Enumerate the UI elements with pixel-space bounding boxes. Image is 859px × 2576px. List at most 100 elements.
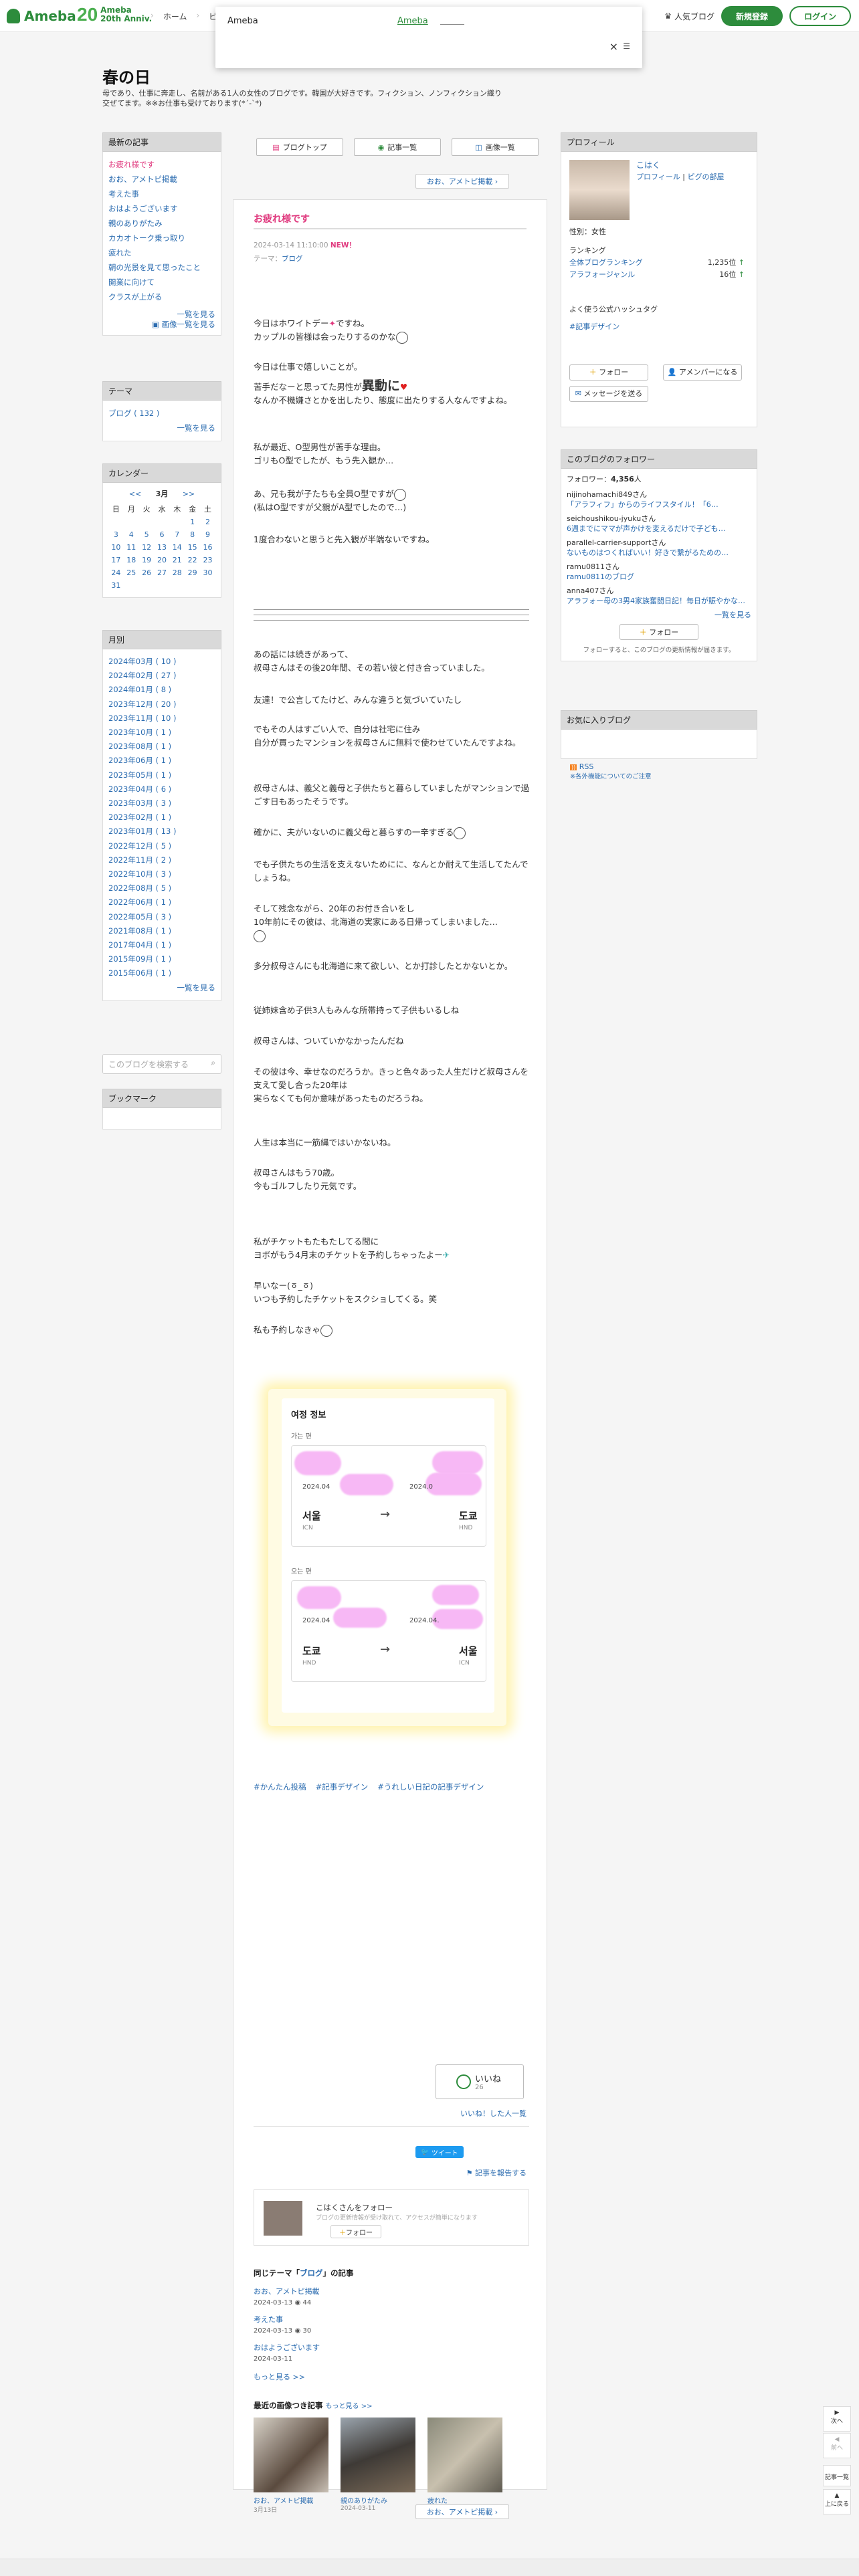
- recent-entry[interactable]: 親のありがたみ: [108, 219, 163, 228]
- image-list-link[interactable]: 画像一覧を見る: [162, 320, 216, 329]
- calendar-day-link[interactable]: 29: [188, 568, 197, 577]
- calendar-day-link[interactable]: 22: [188, 556, 197, 564]
- popular-blog-link[interactable]: ♛ 人気ブログ: [664, 11, 714, 22]
- monthly-archive-link[interactable]: 2022年06月 ( 1 ): [108, 897, 171, 907]
- ranking-all-link[interactable]: 全体ブログランキング: [569, 258, 643, 267]
- follower-blog-link[interactable]: 6週までにママが声かけを変えるだけで子ども…: [567, 524, 726, 533]
- recent-more-link[interactable]: 一覧を見る: [177, 310, 216, 319]
- hashtag-link[interactable]: #かんたん投稿: [254, 1782, 306, 1792]
- calendar-day-link[interactable]: 3: [114, 530, 118, 539]
- followers-more-link[interactable]: 一覧を見る: [714, 611, 751, 619]
- calendar-next-link[interactable]: >>: [183, 490, 195, 498]
- calendar-day-link[interactable]: 20: [157, 556, 167, 564]
- follower-blog-link[interactable]: 「アラフィフ」からのライフスタイル！「6…: [567, 500, 719, 509]
- ranking-genre-link[interactable]: アラフォージャンル: [569, 270, 635, 279]
- image-entries-more-link[interactable]: もっと見る >>: [326, 2403, 373, 2410]
- calendar-day-link[interactable]: 7: [175, 530, 179, 539]
- rss-link[interactable]: RSS: [579, 762, 594, 771]
- register-button[interactable]: 新規登録: [721, 6, 783, 26]
- follower-item[interactable]: parallel-carrier-supportさん ないものはつくればいい！好き…: [567, 538, 751, 558]
- next-entry-link-top[interactable]: おお、アメトピ掲載 ›: [415, 174, 509, 189]
- monthly-archive-link[interactable]: 2015年06月 ( 1 ): [108, 968, 171, 978]
- monthly-archive-link[interactable]: 2023年12月 ( 20 ): [108, 700, 176, 709]
- follower-blog-link[interactable]: ramu0811のブログ: [567, 572, 634, 581]
- monthly-archive-link[interactable]: 2017年04月 ( 1 ): [108, 940, 171, 950]
- recent-entry[interactable]: 考えた事: [108, 189, 139, 199]
- tab-entry-list[interactable]: ◉ 記事一覧: [354, 138, 441, 156]
- monthly-archive-link[interactable]: 2023年08月 ( 1 ): [108, 742, 171, 751]
- monthly-archive-link[interactable]: 2021年08月 ( 1 ): [108, 926, 171, 936]
- calendar-day-link[interactable]: 24: [111, 568, 120, 577]
- menu-icon[interactable]: ☰: [623, 41, 630, 51]
- calendar-day-link[interactable]: 15: [188, 543, 197, 552]
- image-entry[interactable]: 親のありがたみ 2024-03-11: [341, 2418, 415, 2514]
- close-icon[interactable]: ×: [609, 40, 618, 53]
- follower-item[interactable]: nijinohamachi849さん 「アラフィフ」からのライフスタイル！「6…: [567, 490, 751, 510]
- calendar-day-link[interactable]: 17: [111, 556, 120, 564]
- monthly-archive-link[interactable]: 2023年01月 ( 13 ): [108, 827, 176, 836]
- profile-name-link[interactable]: こはく: [636, 160, 660, 170]
- calendar-day-link[interactable]: 6: [159, 530, 164, 539]
- tab-blog-top[interactable]: ▤ ブログトップ: [256, 138, 343, 156]
- follower-item[interactable]: ramu0811さん ramu0811のブログ: [567, 562, 751, 582]
- theme-item[interactable]: ブログ ( 132 ): [108, 409, 159, 418]
- tweet-button[interactable]: 🐦 ツイート: [415, 2146, 464, 2158]
- blog-search-input[interactable]: このブログを検索する ⌕: [102, 1054, 221, 1074]
- monthly-archive-link[interactable]: 2024年02月 ( 27 ): [108, 671, 176, 680]
- calendar-day-link[interactable]: 28: [173, 568, 182, 577]
- recent-entry[interactable]: 開業に向けて: [108, 278, 155, 287]
- like-button[interactable]: いいね 26: [436, 2064, 524, 2099]
- follower-item[interactable]: seichoushikou-jyukuさん 6週までにママが声かけを変えるだけで子…: [567, 514, 751, 534]
- follower-blog-link[interactable]: ないものはつくればいい！好きで繋がるための…: [567, 548, 729, 557]
- monthly-archive-link[interactable]: 2022年12月 ( 5 ): [108, 841, 171, 851]
- calendar-day-link[interactable]: 9: [205, 530, 210, 539]
- monthly-archive-link[interactable]: 2023年06月 ( 1 ): [108, 756, 171, 765]
- follow-button[interactable]: ＋フォロー: [330, 2225, 381, 2238]
- tab-image-list[interactable]: ◫ 画像一覧: [452, 138, 539, 156]
- recent-entry[interactable]: お疲れ様です: [108, 160, 155, 169]
- recent-entry[interactable]: カカオトーク乗っ取り: [108, 233, 185, 243]
- float-top-button[interactable]: ▲ 上に戻る: [823, 2489, 851, 2514]
- popup-link[interactable]: Ameba: [397, 16, 428, 26]
- calendar-day-link[interactable]: 26: [142, 568, 151, 577]
- monthly-archive-link[interactable]: 2024年01月 ( 8 ): [108, 685, 171, 694]
- calendar-day-link[interactable]: 23: [203, 556, 213, 564]
- monthly-more-link[interactable]: 一覧を見る: [177, 983, 216, 992]
- calendar-day-link[interactable]: 19: [142, 556, 151, 564]
- monthly-archive-link[interactable]: 2023年05月 ( 1 ): [108, 770, 171, 780]
- calendar-day-link[interactable]: 16: [203, 543, 213, 552]
- report-link[interactable]: ⚑ 記事を報告する: [466, 2167, 527, 2178]
- calendar-day-link[interactable]: 11: [126, 543, 136, 552]
- related-entry-link[interactable]: 考えた事: [254, 2315, 283, 2324]
- float-next-button[interactable]: ▶ 次へ: [823, 2406, 851, 2432]
- monthly-archive-link[interactable]: 2023年10月 ( 1 ): [108, 728, 171, 737]
- monthly-archive-link[interactable]: 2022年05月 ( 3 ): [108, 912, 171, 922]
- monthly-archive-link[interactable]: 2015年09月 ( 1 ): [108, 954, 171, 964]
- monthly-archive-link[interactable]: 2023年02月 ( 1 ): [108, 813, 171, 822]
- calendar-day-link[interactable]: 2: [205, 518, 210, 526]
- calendar-day-link[interactable]: 14: [173, 543, 182, 552]
- related-entry-link[interactable]: おはようございます: [254, 2343, 320, 2352]
- calendar-day-link[interactable]: 12: [142, 543, 151, 552]
- monthly-archive-link[interactable]: 2023年04月 ( 6 ): [108, 784, 171, 794]
- theme-link[interactable]: ブログ: [282, 255, 303, 263]
- recent-entry[interactable]: 朝の光景を見て思ったこと: [108, 263, 201, 272]
- message-button[interactable]: ✉ メッセージを送る: [569, 386, 648, 402]
- follower-blog-link[interactable]: アラフォー母の3男4家族奮闘日記！毎日が賑やかな…: [567, 597, 745, 605]
- hashtag-link[interactable]: #うれしい日記の記事デザイン: [377, 1782, 484, 1792]
- calendar-day-link[interactable]: 27: [157, 568, 167, 577]
- recent-entry[interactable]: 疲れた: [108, 248, 132, 257]
- nav-home[interactable]: ホーム: [163, 11, 187, 22]
- follower-item[interactable]: anna407さん アラフォー母の3男4家族奮闘日記！毎日が賑やかな…: [567, 586, 751, 606]
- search-icon[interactable]: ⌕: [211, 1058, 215, 1068]
- recent-entry[interactable]: おお、アメトピ掲載: [108, 175, 177, 184]
- calendar-day-link[interactable]: 25: [126, 568, 136, 577]
- login-button[interactable]: ログイン: [789, 6, 851, 26]
- monthly-archive-link[interactable]: 2022年08月 ( 5 ): [108, 883, 171, 893]
- related-more-link[interactable]: もっと見る >>: [254, 2372, 305, 2383]
- recent-entry[interactable]: クラスが上がる: [108, 292, 162, 302]
- float-list-button[interactable]: 記事一覧: [823, 2465, 851, 2486]
- hashtag-link[interactable]: #記事デザイン: [316, 1782, 369, 1792]
- monthly-archive-link[interactable]: 2022年10月 ( 3 ): [108, 869, 171, 879]
- amember-button[interactable]: 👤 アメンバーになる: [663, 364, 742, 381]
